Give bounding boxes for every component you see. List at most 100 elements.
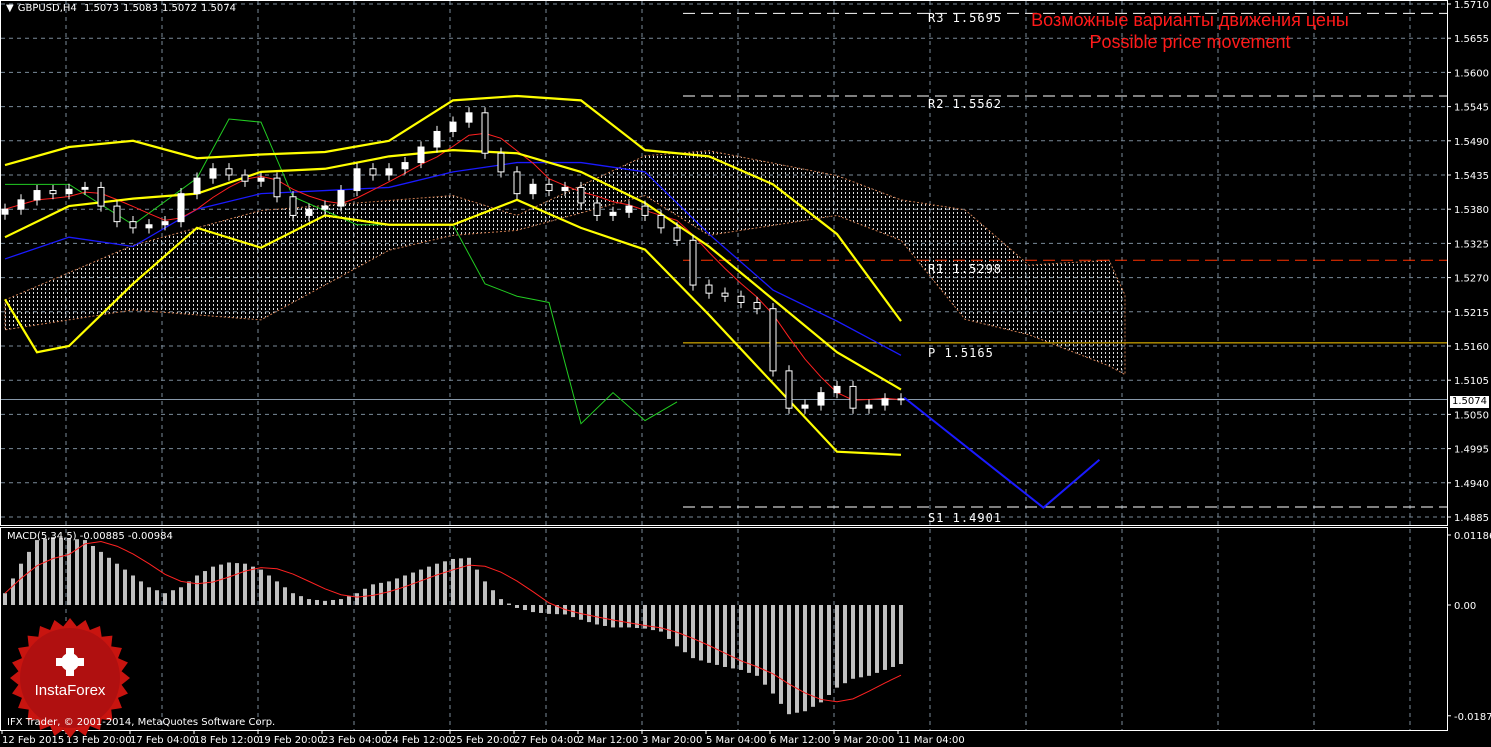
macd-histogram-bar (435, 563, 439, 605)
macd-histogram-bar (851, 605, 855, 679)
macd-histogram-bar (443, 561, 447, 605)
macd-histogram-bar (683, 605, 687, 653)
candle-bullish (193, 177, 201, 195)
price-tick-label: 1.5490 (1454, 137, 1489, 148)
macd-histogram-bar (619, 605, 623, 628)
price-tick-label: 1.5380 (1454, 205, 1489, 216)
candle-bullish (801, 404, 809, 409)
macd-histogram-bar (707, 605, 711, 663)
macd-histogram-bar (267, 575, 271, 605)
candle-bearish (673, 227, 681, 241)
macd-histogram-bar (315, 599, 319, 605)
ohlc-high: 1.5083 (122, 3, 158, 14)
price-tick-label: 1.5105 (1454, 376, 1489, 387)
candle-bullish (385, 168, 393, 176)
candle-bullish (177, 193, 185, 223)
price-tick-label: 1.4940 (1454, 479, 1489, 490)
candle-bearish (369, 168, 377, 176)
macd-histogram-bar (403, 575, 407, 605)
macd-histogram-bar (291, 593, 295, 605)
candle-bearish (785, 370, 793, 409)
macd-histogram-bar (595, 605, 599, 625)
candle-bearish (737, 295, 745, 303)
macd-histogram-bar (579, 605, 583, 620)
macd-tick-label: -0.01877 (1454, 712, 1491, 723)
macd-histogram-bar (331, 599, 335, 605)
macd-histogram-bar (59, 537, 63, 605)
macd-histogram-bar (339, 599, 343, 605)
time-tick-label: 17 Feb 04:00 (130, 735, 196, 746)
macd-histogram-bar (883, 605, 887, 670)
macd-histogram-bar (771, 605, 775, 694)
price-tick-label: 1.4885 (1454, 513, 1489, 524)
macd-histogram-bar (107, 557, 111, 605)
ohlc-close: 1.5074 (200, 3, 236, 14)
macd-histogram-bar (523, 605, 527, 611)
time-tick-label: 25 Feb 20:00 (450, 735, 516, 746)
price-tick-label: 1.5710 (1454, 0, 1489, 11)
candle-bullish (65, 188, 73, 195)
macd-histogram-bar (131, 575, 135, 605)
macd-histogram-bar (507, 603, 511, 605)
macd-histogram-bar (419, 569, 423, 605)
macd-histogram-bar (251, 566, 255, 605)
price-tick-label: 1.5270 (1454, 274, 1489, 285)
candle-bearish (657, 214, 665, 229)
macd-histogram-bar (283, 587, 287, 605)
price-tick-label: 1.5050 (1454, 410, 1489, 421)
candle-bearish (273, 177, 281, 198)
dropdown-triangle-icon[interactable]: ▼ (6, 3, 14, 14)
macd-histogram-bar (67, 538, 71, 605)
candle-bearish (705, 284, 713, 294)
macd-label: MACD(5,34,5) -0.00885 -0.00984 (7, 531, 173, 542)
candle-bearish (753, 301, 761, 310)
price-tick-label: 1.5160 (1454, 342, 1489, 353)
macd-histogram-bar (875, 605, 879, 673)
macd-histogram-bar (675, 605, 679, 647)
macd-histogram-bar (155, 590, 159, 605)
macd-histogram-bar (611, 605, 615, 628)
macd-histogram-bar (83, 540, 87, 605)
candle-bullish (257, 177, 265, 182)
ohlc-open: 1.5073 (83, 3, 119, 14)
macd-histogram-bar (499, 599, 503, 605)
time-tick-label: 6 Mar 12:00 (770, 735, 830, 746)
pivot-label-r1: R1 1.5298 (928, 262, 1003, 276)
candle-bullish (561, 186, 569, 192)
macd-histogram-bar (27, 551, 31, 605)
candle-bearish (721, 292, 729, 297)
macd-histogram-bar (475, 569, 479, 605)
macd-histogram-bar (11, 578, 15, 605)
candle-bearish (641, 205, 649, 216)
candle-bearish (241, 174, 249, 182)
candle-bearish (897, 398, 905, 401)
macd-histogram-bar (179, 587, 183, 605)
candle-bearish (481, 112, 489, 154)
pivot-label-r3: R3 1.5695 (928, 11, 1003, 25)
macd-histogram-bar (715, 605, 719, 665)
time-tick-label: 18 Feb 12:00 (194, 735, 260, 746)
macd-histogram-bar (35, 540, 39, 605)
macd-histogram-bar (275, 581, 279, 605)
candle-bullish (449, 121, 457, 132)
price-tick-label: 1.4995 (1454, 445, 1489, 456)
time-tick-label: 23 Feb 04:00 (322, 735, 388, 746)
price-tick-label: 1.5325 (1454, 239, 1489, 250)
macd-histogram-bar (819, 605, 823, 703)
macd-histogram-bar (691, 605, 695, 659)
candle-bearish (545, 183, 553, 192)
candle-bearish (49, 190, 57, 195)
candle-bearish (497, 152, 505, 173)
macd-histogram-bar (355, 593, 359, 605)
price-tick-label: 1.5655 (1454, 34, 1489, 45)
time-tick-label: 5 Mar 04:00 (706, 735, 766, 746)
candle-bullish (609, 211, 617, 216)
candle-bearish (577, 186, 585, 204)
macd-histogram-bar (859, 605, 863, 678)
candle-bullish (1, 208, 9, 215)
macd-histogram-bar (363, 588, 367, 605)
macd-histogram-bar (811, 605, 815, 707)
price-chart[interactable]: 1.5710 1.5655 1.5600 1.5545 1.5490 1.5435 1.53… (0, 0, 1491, 747)
symbol-timeframe: GBPUSD,H4 (17, 3, 77, 14)
time-tick-label: 2 Mar 12:00 (578, 735, 638, 746)
